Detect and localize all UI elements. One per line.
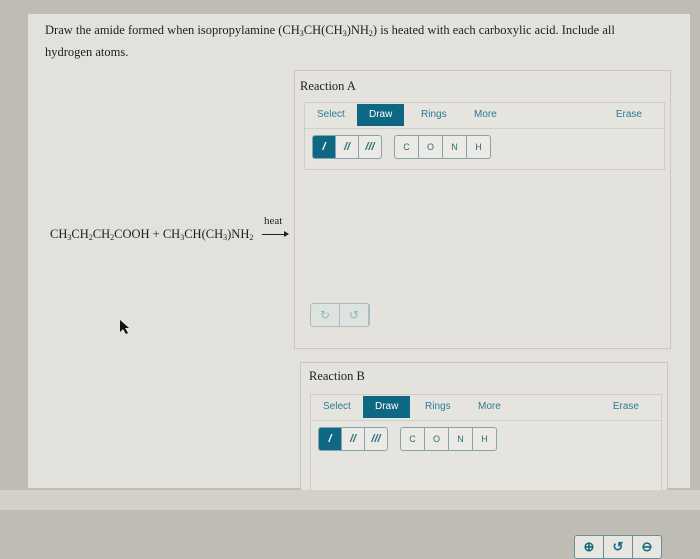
tab-select[interactable]: Select (305, 104, 357, 126)
atom-n-button[interactable]: N (443, 136, 467, 158)
question-page: Draw the amide formed when isopropylamin… (28, 14, 690, 559)
eq-part: CH (50, 227, 68, 241)
reaction-b-toolbar: Select Draw Rings More Erase / // /// C … (310, 394, 662, 504)
eq-part: CH (71, 227, 89, 241)
atom-n-button[interactable]: N (449, 428, 473, 450)
double-bond-button[interactable]: // (342, 428, 365, 450)
history-group: ↻ ↺ (310, 303, 370, 327)
reaction-a-toolbar: Select Draw Rings More Erase / // /// C … (304, 102, 665, 170)
tab-draw[interactable]: Draw (363, 396, 411, 418)
tab-more[interactable]: More (466, 396, 513, 418)
bond-group: / // /// (312, 135, 382, 159)
tab-draw[interactable]: Draw (357, 104, 405, 126)
bond-group: / // /// (318, 427, 388, 451)
arrow-label: heat (264, 215, 283, 227)
tab-rings[interactable]: Rings (409, 104, 459, 126)
reaction-arrow: heat (262, 215, 292, 239)
triple-bond-button[interactable]: /// (359, 136, 381, 158)
mouse-cursor-icon (120, 320, 129, 334)
atom-o-button[interactable]: O (425, 428, 449, 450)
eq-part: COOH + CH (114, 227, 181, 241)
atom-group: C O N H (394, 135, 491, 159)
reaction-equation: CH3CH2CH2COOH + CH3CH(CH3)NH2 (50, 227, 253, 242)
eq-part: CH(CH (184, 227, 224, 241)
reaction-a-title: Reaction A (300, 79, 356, 93)
reaction-b-title: Reaction B (309, 369, 365, 383)
eq-part: CH (92, 227, 111, 241)
question-part: )NH (346, 23, 369, 37)
reaction-a-panel: Reaction A Select Draw Rings More Erase … (294, 70, 671, 559)
question-part: Draw the amide formed when isopropylamin… (45, 23, 300, 37)
screen-bezel (0, 490, 700, 510)
arrow-head-icon (284, 231, 289, 237)
zoom-in-icon[interactable]: ⊕ (575, 536, 604, 558)
question-part: CH(CH (303, 23, 343, 37)
tab-row: Select Draw Rings More Erase (305, 103, 664, 129)
tab-more[interactable]: More (462, 104, 509, 126)
atom-o-button[interactable]: O (419, 136, 443, 158)
eq-part: )NH (227, 227, 250, 241)
arrow-line (262, 234, 286, 235)
erase-button[interactable]: Erase (601, 396, 651, 418)
tab-row: Select Draw Rings More Erase (311, 395, 661, 421)
atom-h-button[interactable]: H (467, 136, 490, 158)
atom-group: C O N H (400, 427, 497, 451)
triple-bond-button[interactable]: /// (365, 428, 387, 450)
reaction-b-panel: Reaction B Select Draw Rings More Erase … (300, 362, 668, 504)
erase-button[interactable]: Erase (604, 104, 654, 126)
single-bond-button[interactable]: / (313, 136, 336, 158)
tab-select[interactable]: Select (311, 396, 363, 418)
tab-rings[interactable]: Rings (413, 396, 463, 418)
redo-icon[interactable]: ↺ (340, 304, 369, 326)
undo-icon[interactable]: ↻ (311, 304, 340, 326)
reset-view-icon[interactable]: ↺ (604, 536, 633, 558)
atom-c-button[interactable]: C (401, 428, 425, 450)
single-bond-button[interactable]: / (319, 428, 342, 450)
atom-h-button[interactable]: H (473, 428, 496, 450)
atom-c-button[interactable]: C (395, 136, 419, 158)
zoom-out-icon[interactable]: ⊖ (633, 536, 661, 558)
question-text: Draw the amide formed when isopropylamin… (45, 19, 665, 63)
subscript: 2 (249, 233, 254, 242)
zoom-group: ⊕ ↺ ⊖ (574, 535, 662, 559)
double-bond-button[interactable]: // (336, 136, 359, 158)
